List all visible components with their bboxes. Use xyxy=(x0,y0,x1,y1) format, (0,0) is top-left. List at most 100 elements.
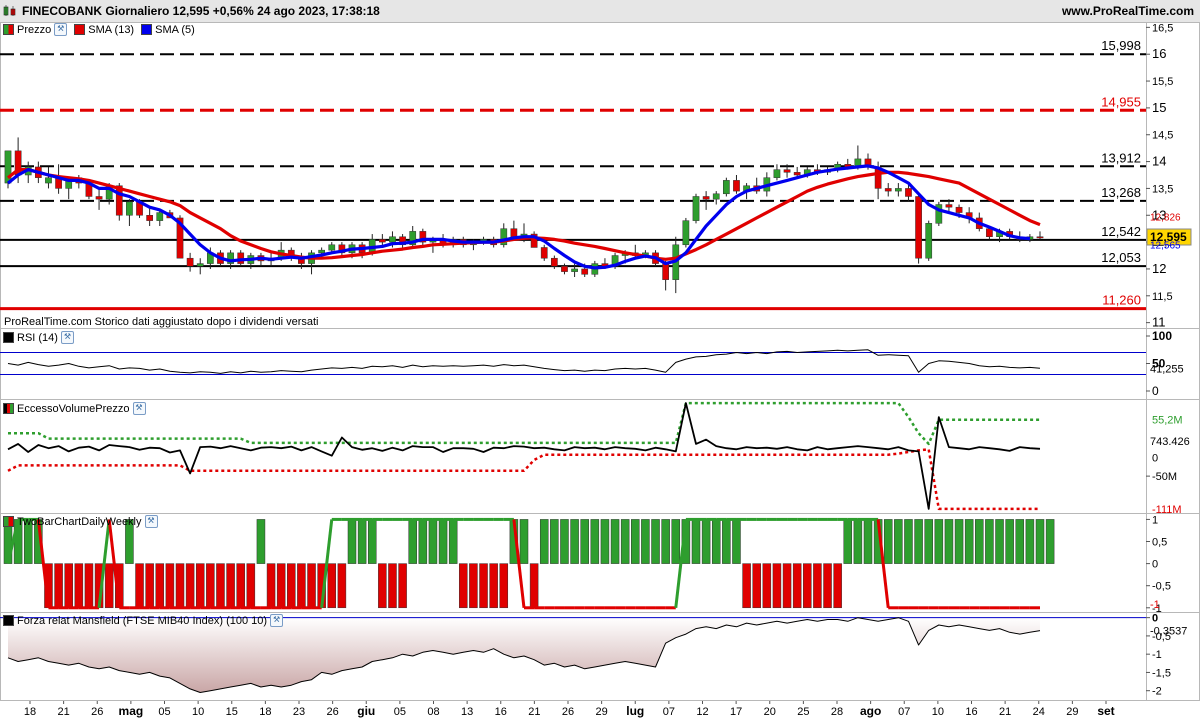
price-y-tick-label: 13,5 xyxy=(1152,183,1173,195)
x-tick-label: mag xyxy=(119,704,144,718)
candle-body xyxy=(925,223,933,259)
twobar-bar xyxy=(378,563,387,609)
x-tick-label: 21 xyxy=(58,706,70,718)
twobar-bar xyxy=(145,563,154,609)
twobar-bar xyxy=(620,519,630,564)
twobar-bar xyxy=(580,519,589,564)
twobar-bar xyxy=(459,563,468,609)
twobar-bar xyxy=(347,519,357,564)
x-tick-label: 28 xyxy=(831,706,843,718)
candle-body xyxy=(712,193,720,200)
twobar-bar xyxy=(772,563,782,609)
price-level-label: 13,912 xyxy=(1101,150,1141,165)
twobar-bar xyxy=(691,519,701,564)
x-tick-label: 07 xyxy=(663,706,675,718)
x-tick-label: 16 xyxy=(495,706,507,718)
twobar-bar xyxy=(388,563,397,609)
twobar-bar xyxy=(641,519,650,564)
candle-body xyxy=(773,169,781,178)
candle-body xyxy=(945,204,953,208)
price-y-tick-label: 16,5 xyxy=(1152,22,1173,34)
twobar-bar xyxy=(1005,519,1014,564)
twobar-bar xyxy=(529,563,539,609)
legend-rsi: RSI (14) ⚒ xyxy=(3,331,74,344)
twobar-bar xyxy=(853,519,863,564)
x-tick-label: 21 xyxy=(999,706,1011,718)
legend-evp: EccessoVolumePrezzo ⚒ xyxy=(3,402,146,415)
price-y-tick-label: 14 xyxy=(1152,154,1166,169)
price-level-label: 15,998 xyxy=(1101,38,1141,53)
twobar-bar xyxy=(104,563,114,609)
twobar-bar xyxy=(590,519,600,564)
data-footnote: ProRealTime.com Storico dati aggiustato … xyxy=(4,316,319,328)
x-tick-label: lug xyxy=(626,704,644,718)
mansfield-area xyxy=(8,617,1040,693)
twobar-bar xyxy=(448,519,458,564)
candle-body xyxy=(793,172,801,176)
twobar-bar xyxy=(276,563,286,609)
wrench-icon[interactable]: ⚒ xyxy=(144,515,158,528)
wrench-icon[interactable]: ⚒ xyxy=(54,23,68,36)
rsi-last-label: 41,255 xyxy=(1150,363,1184,375)
candle-body xyxy=(95,196,103,200)
wrench-icon[interactable]: ⚒ xyxy=(132,402,146,415)
twobar-bar xyxy=(287,563,296,609)
twobar-bar xyxy=(954,519,964,564)
twobar-bar xyxy=(54,563,63,609)
twobar-bar xyxy=(722,519,731,564)
evp-upper-line xyxy=(8,401,1040,446)
tbc-swatch xyxy=(3,516,14,527)
chart-canvas: 16,51615,51514,51413,51312,51211,51115,9… xyxy=(0,22,1200,718)
candle-body xyxy=(328,244,336,251)
mansfield-y-tick-label: -1,5 xyxy=(1152,667,1171,679)
x-tick-label: 23 xyxy=(293,706,305,718)
wrench-icon[interactable]: ⚒ xyxy=(270,614,284,627)
candle-body xyxy=(1036,236,1044,239)
evp-main-label: 743.426 xyxy=(1150,436,1190,448)
twobar-bar xyxy=(165,563,175,609)
twobar-bar xyxy=(367,519,377,564)
twobar-bar xyxy=(823,563,832,609)
twobar-bar xyxy=(256,519,266,564)
candle-body xyxy=(561,266,568,272)
price-y-tick-label: 15,5 xyxy=(1152,76,1173,88)
wrench-icon[interactable]: ⚒ xyxy=(60,331,74,344)
x-tick-label: 24 xyxy=(1033,706,1045,718)
x-tick-label: giu xyxy=(357,704,375,718)
panel-frame xyxy=(0,328,1200,400)
twobar-y-tick-label: -0,5 xyxy=(1152,581,1171,593)
twobar-bar xyxy=(1035,519,1045,564)
evp-lower-line xyxy=(7,448,1040,511)
twobar-bar xyxy=(155,563,165,609)
twobar-bar xyxy=(236,563,245,609)
twobar-bar xyxy=(782,563,792,609)
twobar-y-tick-label: 0 xyxy=(1152,559,1158,571)
twobar-bar xyxy=(266,563,276,609)
legend-tbc: TwoBarChartDailyWeekly ⚒ xyxy=(3,515,158,528)
twobar-bar xyxy=(357,519,367,564)
mansfield-y-tick-label: 0 xyxy=(1152,613,1158,625)
twobar-bar xyxy=(964,519,974,564)
mansfield-y-tick-label: -2 xyxy=(1152,686,1162,698)
twobar-bar xyxy=(539,519,549,564)
candle-body xyxy=(915,196,922,259)
candle-body xyxy=(389,236,396,243)
twobar-bar xyxy=(428,519,438,564)
candle-body xyxy=(196,263,204,267)
twobar-bar xyxy=(843,519,853,564)
evp-zero-label: 0 xyxy=(1152,452,1158,464)
x-tick-label: 07 xyxy=(898,706,910,718)
rsi-swatch xyxy=(3,332,14,343)
twobar-bar xyxy=(863,519,873,564)
rsi-line xyxy=(7,349,1041,374)
twobar-bar xyxy=(904,519,913,564)
price-y-tick-label: 12 xyxy=(1152,261,1166,276)
candle-body xyxy=(682,220,690,246)
legend-sma13-label: SMA (13) xyxy=(88,23,135,36)
rsi-y-tick-label: 100 xyxy=(1152,329,1172,343)
candle-body xyxy=(45,177,52,184)
twobar-bar xyxy=(519,519,529,564)
price-y-tick-label: 16 xyxy=(1152,46,1166,61)
legend-mansfield: Forza relat Mansfield (FTSE MIB40 Index)… xyxy=(3,614,284,627)
twobar-bar xyxy=(924,519,933,564)
